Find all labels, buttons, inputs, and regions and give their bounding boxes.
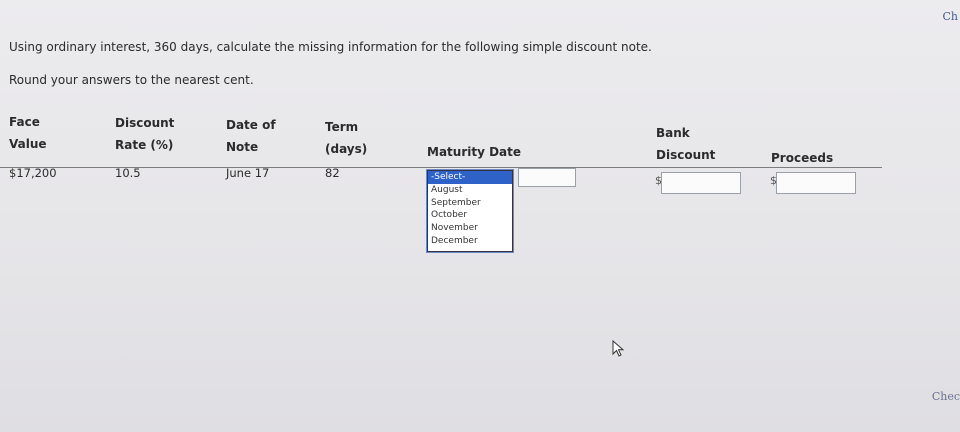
rounding-note: Round your answers to the nearest cent.: [9, 73, 254, 87]
bank-discount-input[interactable]: [661, 172, 741, 194]
maturity-month-select[interactable]: -Select- August September October Novemb…: [427, 170, 513, 252]
discount-rate-cell: 10.5: [115, 166, 141, 180]
header-date-of-note: Date of Note: [226, 118, 276, 154]
select-option[interactable]: September: [428, 197, 512, 210]
select-option[interactable]: August: [428, 184, 512, 197]
instructions-text: Using ordinary interest, 360 days, calcu…: [9, 40, 652, 54]
header-bank-discount: Bank Discount: [656, 126, 716, 162]
header-proceeds: Proceeds: [771, 151, 834, 165]
select-option[interactable]: December: [428, 235, 512, 248]
face-value-cell: $17,200: [9, 166, 57, 180]
header-maturity-date: Maturity Date: [427, 145, 522, 159]
select-option[interactable]: November: [428, 222, 512, 235]
select-option[interactable]: -Select-: [428, 171, 512, 184]
header-face-value: Face Value: [9, 115, 47, 151]
proceeds-input[interactable]: [776, 172, 856, 194]
maturity-day-input[interactable]: [518, 168, 576, 187]
header-term: Term (days): [325, 120, 368, 156]
header-discount-rate: Discount Rate (%): [115, 116, 175, 152]
mouse-pointer-icon: [612, 339, 626, 362]
term-cell: 82: [325, 166, 340, 180]
check-link-partial[interactable]: Ch: [942, 10, 958, 23]
date-of-note-cell: June 17: [226, 166, 270, 180]
select-option[interactable]: October: [428, 209, 512, 222]
check-button-partial[interactable]: Chec: [932, 390, 960, 403]
